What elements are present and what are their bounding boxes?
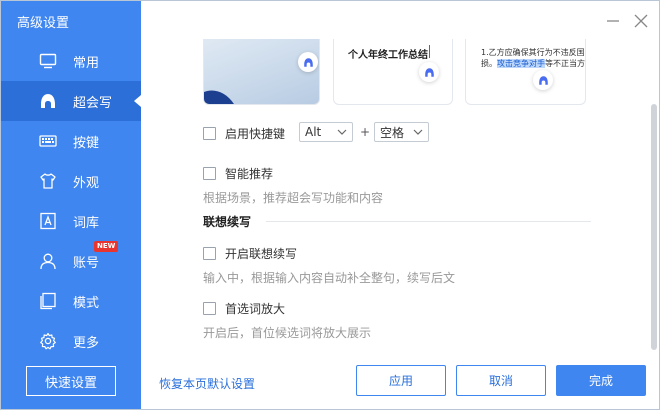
zoom-row: 首选词放大 — [203, 300, 285, 317]
zoom-hint: 开启后，首位候选词将放大展示 — [203, 326, 372, 340]
line2-highlight: 攻击竞争对手 — [497, 59, 545, 68]
section-title-association: 联想续写 — [203, 215, 252, 229]
line2-prefix: 损。 — [481, 59, 497, 68]
quick-settings-button[interactable]: 快速设置 — [26, 366, 116, 396]
sidebar-item-dictionary[interactable]: 词库 — [1, 201, 141, 241]
shortcut-label: 启用快捷键 — [225, 127, 286, 141]
done-button[interactable]: 完成 — [556, 365, 646, 396]
sidebar-item-label: 词库 — [73, 215, 100, 231]
preview-card-theme — [203, 39, 320, 105]
association-enable-checkbox[interactable] — [203, 247, 216, 260]
gear-icon — [40, 332, 56, 350]
sidebar-item-label: 超会写 — [73, 95, 113, 111]
text-cursor — [429, 45, 430, 58]
chevron-down-icon — [413, 129, 423, 135]
ai-write-icon — [41, 94, 55, 108]
sidebar-item-account[interactable]: 账号 NEW — [1, 241, 141, 281]
wave-decoration — [204, 90, 234, 104]
scrollbar[interactable] — [651, 104, 657, 350]
sidebar-item-label: 更多 — [73, 335, 100, 351]
preview-card-title: 个人年终工作总结 — [333, 39, 453, 105]
ai-assistant-icon[interactable] — [298, 52, 318, 72]
smart-recommend-label: 智能推荐 — [225, 167, 274, 181]
sidebar-item-label: 常用 — [73, 55, 100, 71]
preview-card-continue: 1.乙方应确保其行为不违反国家 损。攻击竞争对手等不正当方式 — [465, 39, 586, 105]
ai-assistant-icon[interactable] — [533, 70, 553, 90]
sidebar: 高级设置 常用 超会写 按键 外观 词库 账号 NEW 模式 更多 快速设置 — [1, 1, 141, 409]
keyboard-icon — [39, 135, 57, 147]
association-enable-hint: 输入中，根据输入内容自动补全整句，续写后文 — [203, 271, 456, 285]
sidebar-item-label: 外观 — [73, 175, 100, 191]
sidebar-item-label: 账号 — [73, 255, 100, 271]
sidebar-item-label: 模式 — [73, 295, 100, 311]
preview-card-text: 个人年终工作总结 — [348, 50, 428, 61]
monitor-icon — [39, 53, 57, 69]
smart-recommend-checkbox[interactable] — [203, 167, 216, 180]
main-panel: 个人年终工作总结 1.乙方应确保其行为不违反国家 损。攻击竞争对手等不正当方式 … — [141, 1, 659, 409]
window-title: 高级设置 — [17, 16, 70, 31]
preview-card-line1: 1.乙方应确保其行为不违反国家 — [481, 48, 586, 57]
settings-window: 高级设置 常用 超会写 按键 外观 词库 账号 NEW 模式 更多 快速设置 个… — [0, 0, 660, 410]
association-enable-row: 开启联想续写 — [203, 245, 297, 262]
preview-card-line2: 损。攻击竞争对手等不正当方式 — [481, 58, 585, 69]
chevron-down-icon — [337, 129, 347, 135]
line2-suffix: 等不正当方式 — [545, 59, 585, 68]
apply-button[interactable]: 应用 — [356, 365, 446, 396]
new-badge: NEW — [94, 241, 119, 252]
user-icon — [40, 253, 56, 270]
shortcut-row: 启用快捷键 — [203, 125, 285, 142]
key2-value: 空格 — [380, 125, 405, 140]
sidebar-item-label: 按键 — [73, 135, 100, 151]
association-enable-label: 开启联想续写 — [225, 247, 298, 261]
sidebar-item-keys[interactable]: 按键 — [1, 121, 141, 161]
shortcut-checkbox[interactable] — [203, 127, 216, 140]
zoom-checkbox[interactable] — [203, 302, 216, 315]
sidebar-item-common[interactable]: 常用 — [1, 41, 141, 81]
shortcut-key1-select[interactable]: Alt — [299, 122, 353, 142]
tshirt-icon — [40, 173, 56, 189]
sidebar-item-more[interactable]: 更多 — [1, 321, 141, 361]
sidebar-item-chaohuixie[interactable]: 超会写 — [1, 81, 141, 121]
cancel-button[interactable]: 取消 — [456, 365, 546, 396]
reset-defaults-link[interactable]: 恢复本页默认设置 — [159, 375, 255, 392]
sidebar-nav: 常用 超会写 按键 外观 词库 账号 NEW 模式 更多 — [1, 41, 141, 361]
smart-recommend-row: 智能推荐 — [203, 165, 273, 182]
zoom-label: 首选词放大 — [225, 302, 286, 316]
plus-sign: + — [360, 125, 371, 139]
key1-value: Alt — [305, 125, 322, 139]
smart-recommend-hint: 根据场景，推荐超会写功能和内容 — [203, 191, 384, 205]
ai-assistant-icon[interactable] — [419, 62, 439, 82]
shortcut-key2-select[interactable]: 空格 — [374, 122, 429, 142]
mode-icon — [40, 292, 56, 310]
section-divider — [266, 221, 591, 222]
sidebar-item-appearance[interactable]: 外观 — [1, 161, 141, 201]
sidebar-item-mode[interactable]: 模式 — [1, 281, 141, 321]
dictionary-icon — [40, 212, 56, 230]
